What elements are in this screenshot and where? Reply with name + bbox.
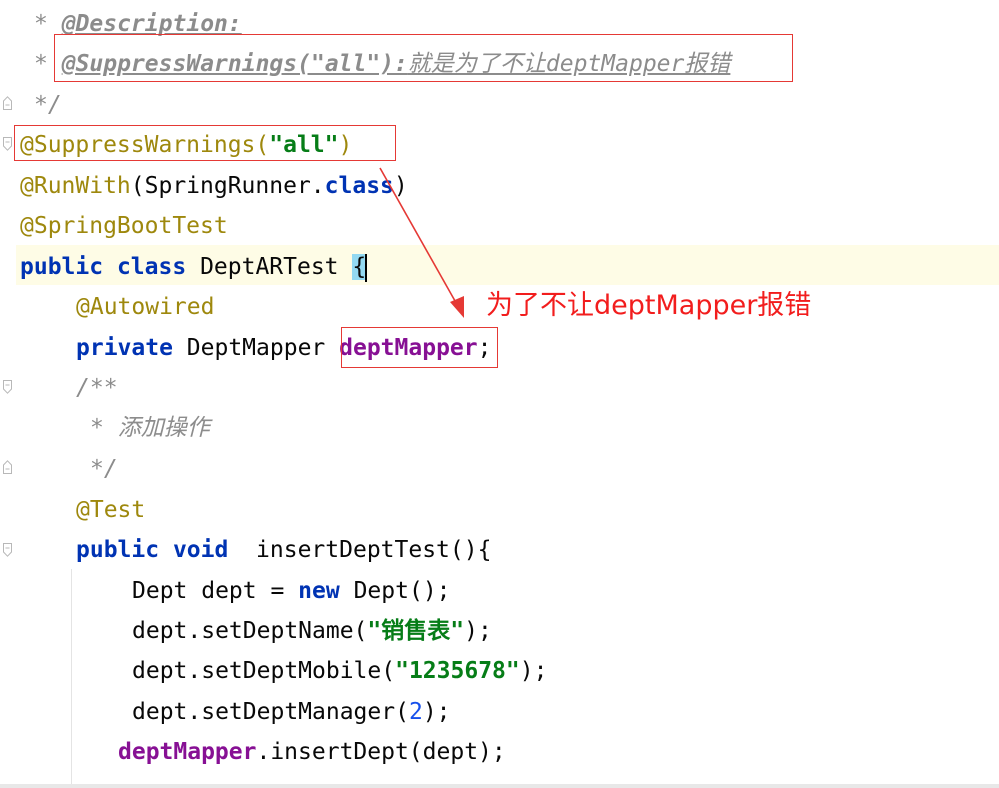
code-text: ); — [519, 658, 548, 684]
code-line[interactable]: @Autowired — [76, 287, 214, 327]
editor-gutter — [0, 0, 16, 788]
code-line[interactable]: @RunWith(SpringRunner.class) — [20, 166, 408, 206]
indent-guide — [71, 569, 72, 788]
code-line[interactable]: dept.setDeptName("销售表"); — [132, 611, 492, 651]
fold-start-icon[interactable] — [3, 543, 12, 557]
keyword: public — [76, 537, 160, 563]
matched-brace: { — [352, 254, 367, 280]
keyword: void — [172, 537, 229, 563]
code-text: Dept dept = — [132, 578, 299, 604]
keyword: class — [324, 173, 394, 199]
comment-end: */ — [34, 92, 62, 118]
fold-start-icon[interactable] — [3, 137, 12, 151]
code-line[interactable]: dept.setDeptMobile("1235678"); — [132, 651, 547, 691]
field-name: deptMapper — [118, 739, 257, 765]
code-line[interactable]: Dept dept = new Dept(); — [132, 571, 451, 611]
code-line[interactable]: dept.setDeptManager(2); — [132, 692, 451, 732]
comment-star: * — [34, 51, 48, 77]
code-line[interactable]: deptMapper.insertDept(dept); — [118, 732, 506, 772]
code-line[interactable]: @Test — [76, 490, 145, 530]
comment-text: 添加操作 — [117, 415, 210, 441]
annotation: @Autowired — [76, 294, 215, 320]
string-literal: "销售表" — [367, 618, 465, 644]
type-name: DeptMapper — [186, 335, 326, 361]
highlight-box-comment — [54, 34, 793, 82]
code-text: dept.setDeptName( — [132, 618, 368, 644]
code-line[interactable]: @SpringBootTest — [20, 206, 228, 246]
code-line[interactable]: * 添加操作 — [90, 408, 210, 448]
fold-start-icon[interactable] — [3, 380, 12, 394]
fold-end-icon[interactable] — [3, 96, 12, 110]
code-text: dept.setDeptManager( — [132, 699, 409, 725]
callout-note: 为了不让deptMapper报错 — [486, 290, 812, 321]
code-text: (SpringRunner. — [130, 173, 325, 199]
code-line[interactable]: */ — [90, 449, 118, 489]
highlight-box-annotation — [14, 125, 396, 161]
keyword: private — [76, 335, 173, 361]
code-line[interactable]: public class DeptARTest { — [20, 247, 368, 287]
code-text: ); — [422, 699, 451, 725]
fold-end-icon[interactable] — [3, 460, 12, 474]
keyword: class — [116, 254, 187, 280]
code-line[interactable]: public void insertDeptTest(){ — [76, 530, 491, 570]
code-text: ); — [464, 618, 492, 644]
number-literal: 2 — [408, 699, 423, 725]
highlight-box-field — [341, 327, 498, 368]
code-text: dept.setDeptMobile( — [132, 658, 396, 684]
comment-star: * — [34, 11, 48, 37]
code-text: Dept(); — [353, 578, 451, 604]
code-text: .insertDept(dept); — [256, 739, 506, 765]
comment-start: /** — [76, 375, 118, 401]
method-name: insertDeptTest(){ — [256, 537, 492, 563]
code-line[interactable]: /** — [76, 368, 118, 408]
code-line[interactable]: */ — [34, 85, 62, 125]
comment-star: * — [90, 415, 104, 441]
text-cursor — [365, 253, 368, 282]
annotation: @Test — [76, 497, 146, 523]
keyword: new — [298, 578, 340, 604]
code-text: ) — [393, 173, 408, 199]
keyword: public — [20, 254, 104, 280]
string-literal: "1235678" — [395, 658, 520, 684]
comment-end: */ — [90, 456, 118, 482]
annotation: @SpringBootTest — [20, 213, 228, 239]
horizontal-scrollbar[interactable] — [0, 784, 999, 788]
annotation: @RunWith — [20, 173, 131, 199]
class-name: DeptARTest — [200, 254, 339, 280]
